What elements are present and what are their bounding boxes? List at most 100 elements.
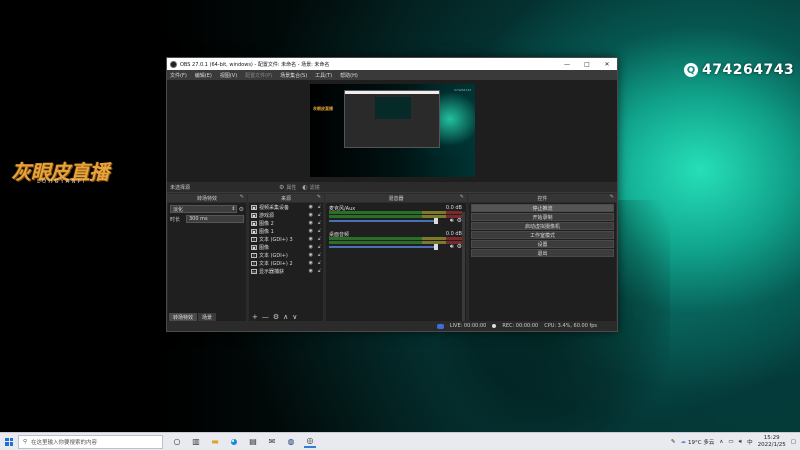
menu-view[interactable]: 视图(V) — [220, 72, 237, 79]
task-view-icon[interactable]: ○ — [171, 436, 183, 448]
network-icon[interactable]: ▭ — [728, 439, 733, 445]
eye-icon[interactable]: ◉ — [309, 236, 313, 242]
move-down-icon[interactable]: ∨ — [292, 313, 297, 321]
menu-tools[interactable]: 工具(T) — [315, 72, 332, 79]
dock-pin-icon[interactable]: ✎ — [317, 194, 321, 200]
menu-file[interactable]: 文件(F) — [170, 72, 187, 79]
menu-edit[interactable]: 编辑(E) — [195, 72, 212, 79]
eye-icon[interactable]: ◉ — [309, 252, 313, 258]
menu-help[interactable]: 帮助(H) — [340, 72, 358, 79]
dock-pin-icon[interactable]: ✎ — [240, 194, 244, 200]
source-item[interactable]: T 文本 (GDI+) 2 ◉ 🔓︎ — [249, 259, 323, 267]
maximize-button[interactable]: □ — [577, 58, 597, 70]
eye-icon[interactable]: ◉ — [309, 204, 313, 210]
duration-input[interactable]: 300 ms — [186, 215, 244, 223]
preview-canvas[interactable]: 灰眼皮直播 474264743 — [310, 84, 475, 177]
source-item[interactable]: ▣ 图像 2 ◉ 🔓︎ — [249, 219, 323, 227]
add-source-icon[interactable]: + — [252, 313, 258, 321]
source-type-icon: ▣ — [251, 220, 257, 226]
eye-icon[interactable]: ◉ — [309, 260, 313, 266]
dock-pin-icon[interactable]: ✎ — [460, 194, 464, 200]
lock-icon[interactable]: 🔓︎ — [318, 228, 321, 234]
source-type-icon: ▣ — [251, 244, 257, 250]
studio-mode-button[interactable]: 工作室模式 — [471, 231, 614, 239]
settings-button[interactable]: 设置 — [471, 240, 614, 248]
steam-icon[interactable]: ◍ — [285, 436, 297, 448]
lock-icon[interactable]: 🔓︎ — [318, 260, 321, 266]
source-settings-icon[interactable]: ⚙ — [273, 313, 279, 321]
lock-icon[interactable]: 🔓︎ — [318, 268, 321, 274]
source-type-icon: T — [251, 260, 257, 266]
menu-profile[interactable]: 配置文件(P) — [245, 72, 272, 79]
filters-button[interactable]: ◐ 滤镜 — [302, 184, 319, 191]
title-bar[interactable]: OBS 27.0.1 (64-bit, windows) - 配置文件: 未命名… — [167, 58, 617, 70]
clock[interactable]: 15:29 2022/1/25 — [758, 435, 786, 449]
source-item[interactable]: T 文本 (GDI+) 3 ◉ 🔓︎ — [249, 235, 323, 243]
mixer-channel: 桌面音频 0.0 dB 🔊︎ ⚙ — [328, 231, 464, 257]
streamer-logo-sub: LOHGYANPI — [37, 179, 87, 185]
minimize-button[interactable]: — — [557, 58, 577, 70]
channel-controls: 🔊︎ ⚙ — [450, 243, 462, 251]
eye-icon[interactable]: ◉ — [309, 212, 313, 218]
start-button[interactable] — [0, 433, 18, 450]
mixer-title: 混音器 — [388, 195, 404, 202]
dock-pin-icon[interactable]: ✎ — [610, 194, 614, 200]
start-virtual-camera-button[interactable]: 启动虚拟摄像机 — [471, 222, 614, 230]
desktop: Q 474264743 灰眼皮直播 LOHGYANPI OBS 27.0.1 (… — [0, 0, 800, 432]
start-recording-button[interactable]: 开始录制 — [471, 213, 614, 221]
source-name: 显示器捕获 — [259, 268, 285, 275]
preview-area[interactable]: 灰眼皮直播 474264743 — [167, 80, 617, 182]
mixer-channel: 麦克风/Aux 0.0 dB 🔊︎ ⚙ — [328, 205, 464, 231]
source-item[interactable]: ▭ 显示器捕获 ◉ 🔓︎ — [249, 267, 323, 275]
mail-icon[interactable]: ✉ — [266, 436, 278, 448]
lock-icon[interactable]: 🔓︎ — [318, 252, 321, 258]
close-button[interactable]: ✕ — [597, 58, 617, 70]
controls-body: 停止推流 开始录制 启动虚拟摄像机 工作室模式 设置 退出 — [469, 203, 616, 322]
taskbar-search[interactable]: ⚲ 在这里输入你要搜索的内容 — [18, 434, 163, 449]
properties-button[interactable]: ⚙ 属性 — [279, 184, 296, 191]
move-up-icon[interactable]: ∧ — [283, 313, 288, 321]
pen-icon[interactable]: ✎ — [671, 439, 676, 445]
volume-slider[interactable] — [329, 220, 438, 222]
file-explorer-icon[interactable]: ▬ — [209, 436, 221, 448]
lock-icon[interactable]: 🔓︎ — [318, 204, 321, 210]
edge-icon[interactable]: ◕ — [228, 436, 240, 448]
speaker-icon[interactable]: 🔊︎ — [450, 243, 454, 251]
live-icon — [436, 323, 444, 329]
exit-button[interactable]: 退出 — [471, 249, 614, 257]
stop-streaming-button[interactable]: 停止推流 — [471, 204, 614, 212]
mixer-scrollbar[interactable] — [462, 212, 465, 322]
menu-scene-collection[interactable]: 场景集合(S) — [280, 72, 307, 79]
widgets-icon[interactable]: ▥ — [190, 436, 202, 448]
transition-gear-icon[interactable]: ⚙ — [239, 206, 244, 213]
source-item[interactable]: T 文本 (GDI+) ◉ 🔓︎ — [249, 251, 323, 259]
eye-icon[interactable]: ◉ — [309, 244, 313, 250]
eye-icon[interactable]: ◉ — [309, 228, 313, 234]
lock-icon[interactable]: 🔓︎ — [318, 244, 321, 250]
weather-widget[interactable]: ☁ 19°C 多云 — [681, 438, 715, 446]
obs-taskbar-icon[interactable]: ◎ — [304, 436, 316, 448]
source-item[interactable]: ▣ 游戏源 ◉ 🔓︎ — [249, 211, 323, 219]
lock-icon[interactable]: 🔓︎ — [318, 236, 321, 242]
mixer-dock: 混音器 ✎ 麦克风/Aux 0.0 dB 🔊︎ ⚙ 桌面音频 0.0 dB 🔊︎… — [325, 194, 467, 322]
source-item[interactable]: ▣ 图像 1 ◉ 🔓︎ — [249, 227, 323, 235]
eye-icon[interactable]: ◉ — [309, 268, 313, 274]
chevron-up-icon[interactable]: ∧ — [719, 439, 723, 445]
volume-slider-knob[interactable] — [434, 218, 438, 224]
eye-icon[interactable]: ◉ — [309, 220, 313, 226]
lock-icon[interactable]: 🔓︎ — [318, 212, 321, 218]
volume-icon[interactable]: 🔊︎ — [739, 439, 742, 446]
language-indicator[interactable]: 中 — [747, 438, 753, 446]
store-icon[interactable]: ▤ — [247, 436, 259, 448]
source-item[interactable]: ▣ 图像 ◉ 🔓︎ — [249, 243, 323, 251]
dock-area: 转场特效 ✎ 淡化 ⇕ ⚙ 时长 300 ms 转场特效 场景 来源 ✎ ▣ 视… — [167, 194, 617, 322]
volume-slider-knob[interactable] — [434, 244, 438, 250]
volume-slider[interactable] — [329, 246, 438, 248]
speaker-icon[interactable]: 🔊︎ — [450, 217, 454, 225]
notification-icon[interactable]: ▢ — [791, 439, 796, 445]
remove-source-icon[interactable]: — — [262, 313, 269, 321]
transition-select[interactable]: 淡化 ⇕ — [170, 205, 237, 213]
qq-badge: Q 474264743 — [684, 62, 794, 78]
lock-icon[interactable]: 🔓︎ — [318, 220, 321, 226]
source-item[interactable]: ▣ 视频采集设备 ◉ 🔓︎ — [249, 203, 323, 211]
